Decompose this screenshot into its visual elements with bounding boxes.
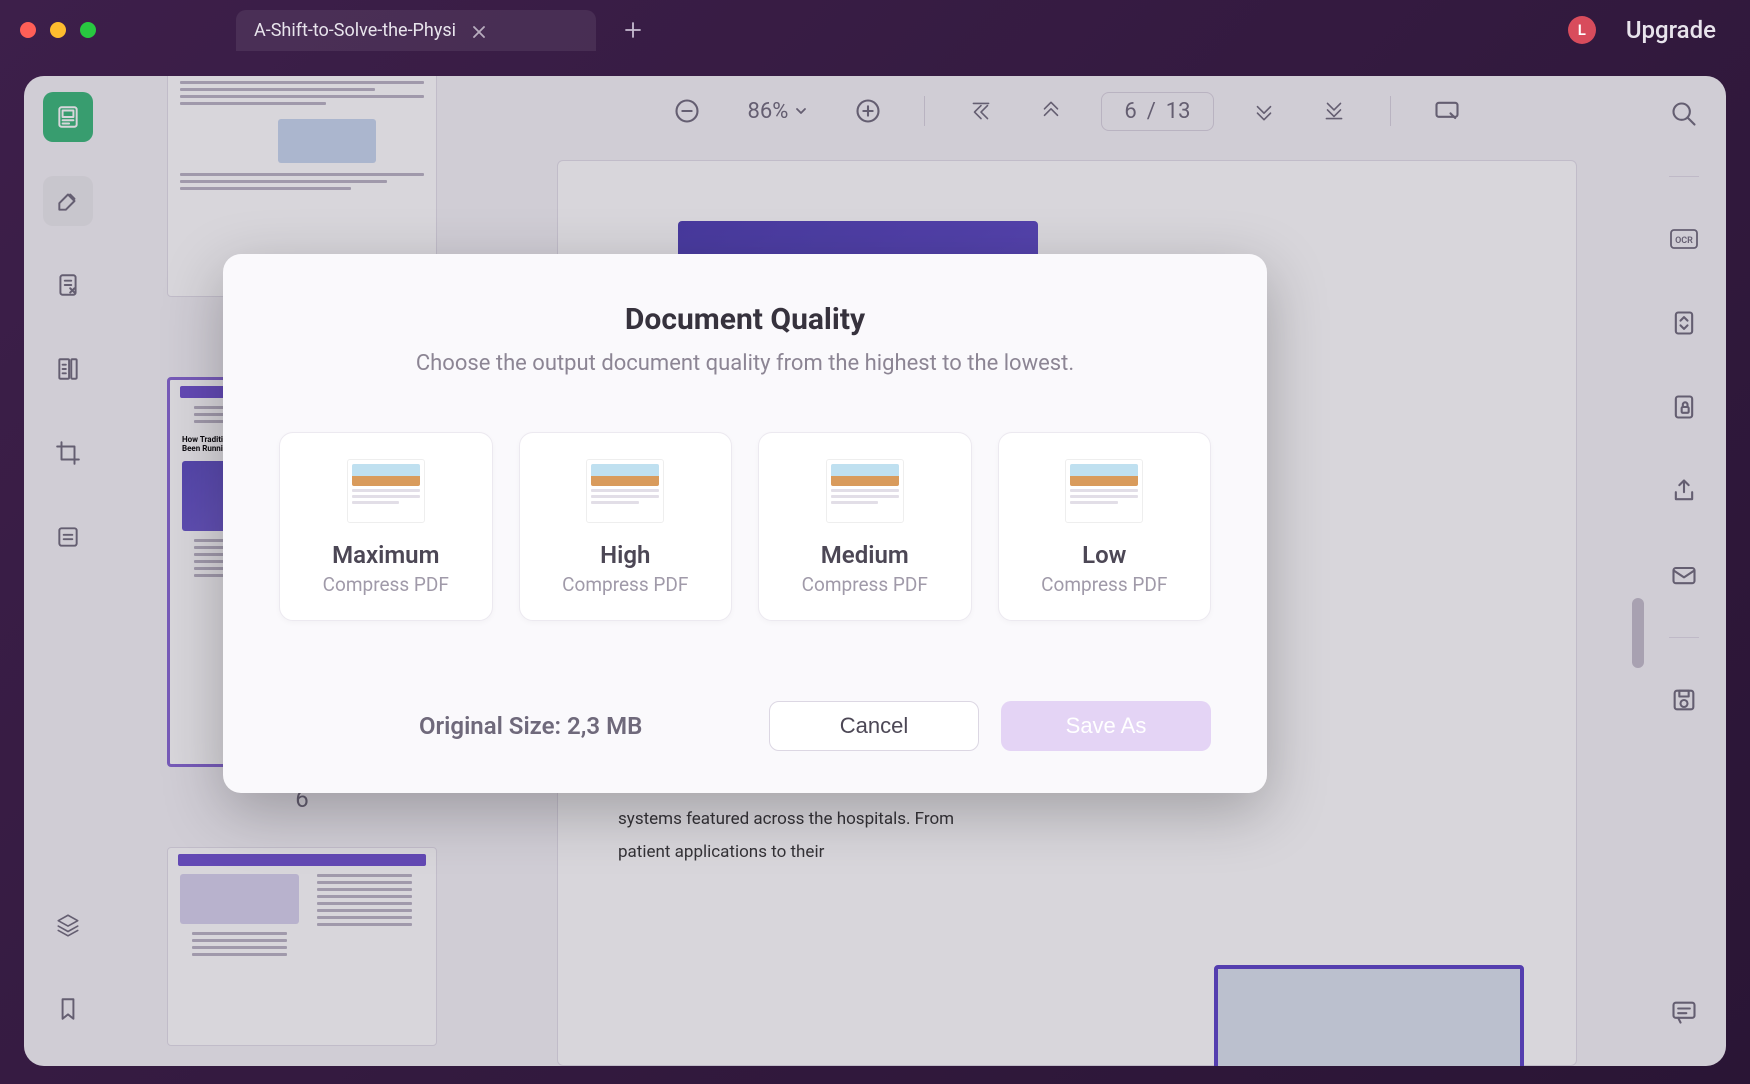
quality-option-high[interactable]: High Compress PDF — [519, 432, 733, 621]
original-size-label: Original Size: 2,3 MB — [419, 712, 642, 740]
close-window-button[interactable] — [20, 22, 36, 38]
minimize-window-button[interactable] — [50, 22, 66, 38]
preview-icon — [1065, 459, 1143, 523]
quality-options: Maximum Compress PDF High Compress PDF M… — [279, 432, 1211, 621]
new-tab-button[interactable] — [616, 13, 650, 47]
quality-option-maximum[interactable]: Maximum Compress PDF — [279, 432, 493, 621]
dialog-subtitle: Choose the output document quality from … — [279, 351, 1211, 376]
cancel-button[interactable]: Cancel — [769, 701, 979, 751]
app-panel: 02 Old-Fashioned Healthcare Institutions… — [24, 76, 1726, 1066]
option-name: Low — [1009, 541, 1201, 569]
preview-icon — [826, 459, 904, 523]
option-name: Maximum — [290, 541, 482, 569]
dialog-footer: Original Size: 2,3 MB Cancel Save As — [279, 701, 1211, 751]
dialog-title: Document Quality — [279, 302, 1211, 337]
tab-title: A-Shift-to-Solve-the-Physi — [254, 20, 456, 41]
quality-option-medium[interactable]: Medium Compress PDF — [758, 432, 972, 621]
option-desc: Compress PDF — [1009, 573, 1201, 596]
save-as-button[interactable]: Save As — [1001, 701, 1211, 751]
avatar[interactable]: L — [1568, 16, 1596, 44]
option-desc: Compress PDF — [530, 573, 722, 596]
close-tab-icon[interactable] — [472, 23, 486, 37]
modal-overlay[interactable]: Document Quality Choose the output docum… — [24, 76, 1726, 1066]
window-controls — [20, 22, 96, 38]
option-desc: Compress PDF — [290, 573, 482, 596]
document-quality-dialog: Document Quality Choose the output docum… — [223, 254, 1267, 793]
option-name: High — [530, 541, 722, 569]
option-desc: Compress PDF — [769, 573, 961, 596]
avatar-letter: L — [1578, 21, 1586, 39]
preview-icon — [347, 459, 425, 523]
title-bar: A-Shift-to-Solve-the-Physi L Upgrade — [0, 0, 1750, 60]
quality-option-low[interactable]: Low Compress PDF — [998, 432, 1212, 621]
upgrade-button[interactable]: Upgrade — [1612, 10, 1730, 50]
option-name: Medium — [769, 541, 961, 569]
maximize-window-button[interactable] — [80, 22, 96, 38]
preview-icon — [586, 459, 664, 523]
document-tab[interactable]: A-Shift-to-Solve-the-Physi — [236, 10, 596, 51]
